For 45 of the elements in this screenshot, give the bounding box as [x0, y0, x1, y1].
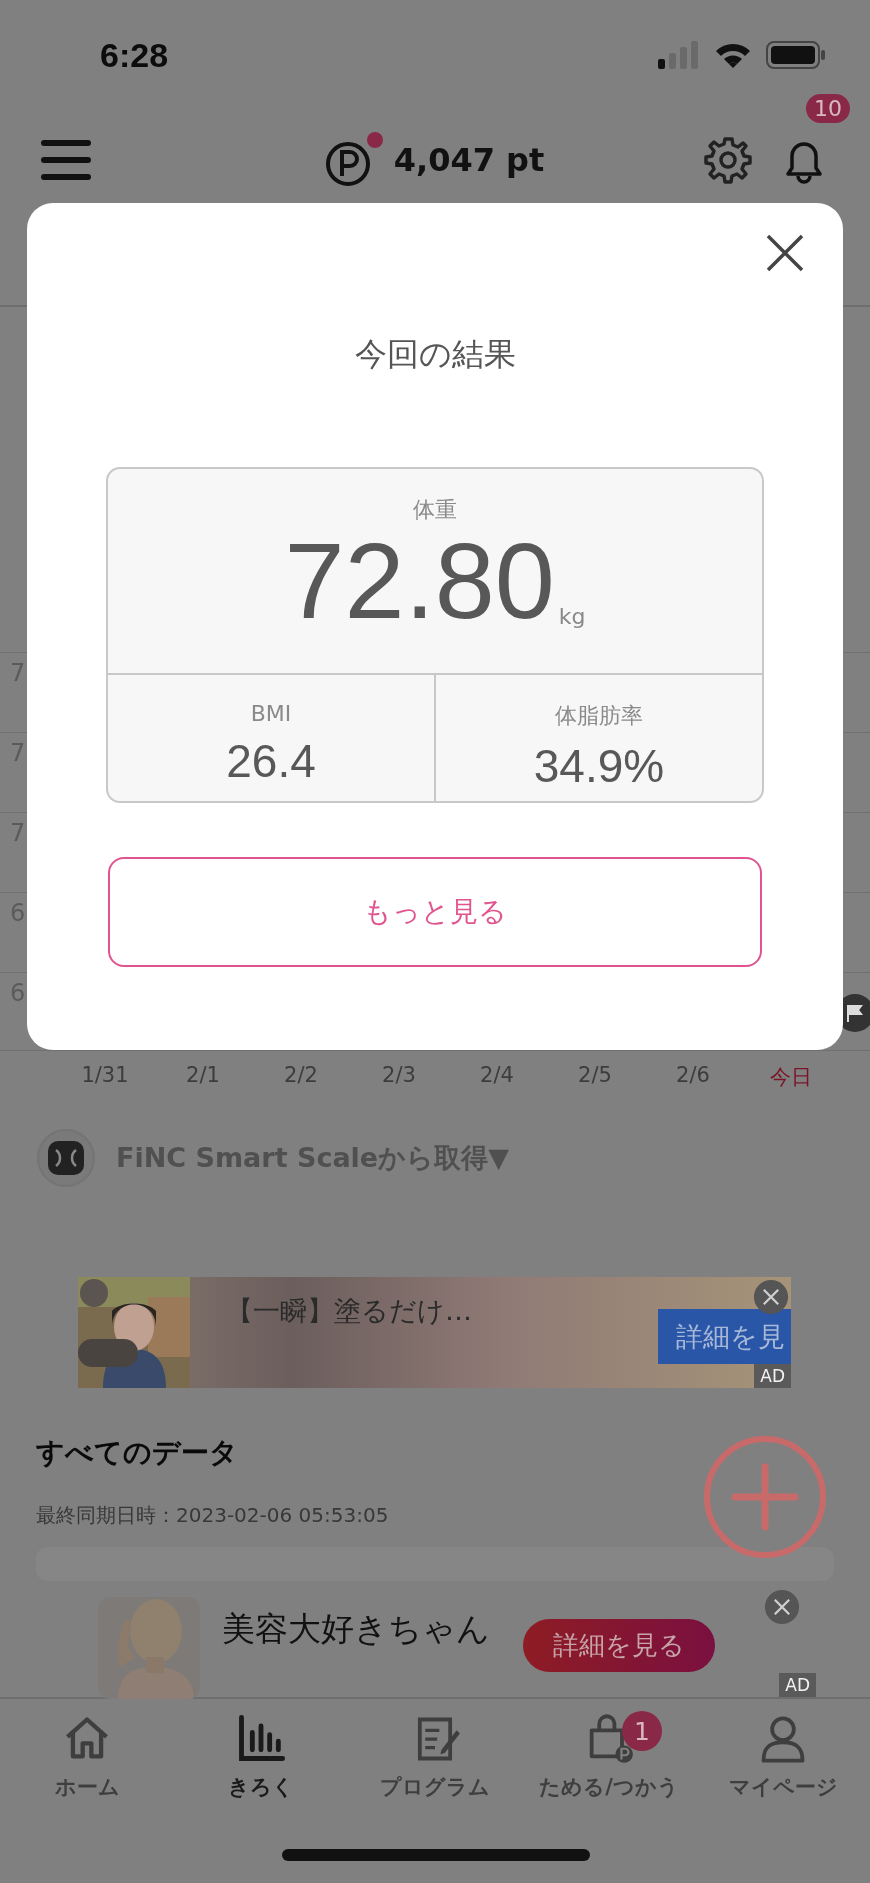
- stat-label: 体脂肪率: [555, 702, 643, 730]
- clock: 6:28: [100, 35, 169, 75]
- nav-tab[interactable]: きろく: [174, 1713, 348, 1801]
- menu-icon[interactable]: [40, 138, 92, 182]
- see-more-button[interactable]: もっと見る: [108, 857, 762, 967]
- nav-tab[interactable]: マイページ: [696, 1713, 870, 1801]
- close-icon[interactable]: [765, 233, 805, 273]
- wifi-icon: [714, 41, 752, 69]
- section-title: すべてのデータ: [36, 1435, 239, 1471]
- weight-value: 72.80: [284, 527, 555, 635]
- signal-icon: [658, 41, 700, 69]
- date-label: 今日: [769, 1064, 813, 1091]
- details-button[interactable]: 詳細を見: [658, 1309, 791, 1364]
- nav-tab[interactable]: ためる/つかう 1: [522, 1713, 696, 1801]
- stat-label: BMI: [250, 701, 292, 726]
- scale-icon: [36, 1128, 96, 1188]
- close-icon[interactable]: [764, 1589, 800, 1625]
- nav-tab[interactable]: ホーム: [0, 1713, 174, 1801]
- date-label: 2/3: [381, 1063, 417, 1089]
- date-label: 2/6: [675, 1063, 711, 1089]
- ad-banner[interactable]: 【一瞬】塗るだけ… 詳細を見 AD: [78, 1277, 791, 1388]
- ad-label: AD: [754, 1364, 791, 1388]
- settings-icon[interactable]: [704, 136, 752, 184]
- nav-badge: 1: [622, 1711, 662, 1751]
- details-button[interactable]: 詳細を見る: [523, 1619, 715, 1672]
- nav-tab[interactable]: プログラム: [348, 1713, 522, 1801]
- date-label: 2/4: [479, 1063, 515, 1089]
- points-balance[interactable]: 4,047 pt: [393, 141, 545, 179]
- unit-label: kg: [558, 604, 586, 629]
- notification-badge: 10: [806, 94, 850, 123]
- ad-title: 【一瞬】塗るだけ…: [226, 1294, 472, 1328]
- ad-banner[interactable]: 美容大好きちゃん 詳細を見る AD: [0, 1585, 870, 1699]
- battery-icon: [766, 41, 826, 69]
- ad-title: 美容大好きちゃん: [222, 1608, 490, 1650]
- dialog-title: 今回の結果: [354, 334, 516, 375]
- close-icon[interactable]: [753, 1279, 789, 1315]
- stat-label: 体重: [413, 496, 457, 524]
- last-sync-time: 最終同期日時：2023-02-06 05:53:05: [36, 1502, 390, 1529]
- date-label: 2/5: [577, 1063, 613, 1089]
- ad-label: AD: [779, 1673, 816, 1697]
- stat-value: 26.4: [226, 734, 316, 788]
- date-label: 1/31: [80, 1063, 130, 1089]
- stat-value: 34.9%: [533, 739, 665, 793]
- date-label: 2/1: [185, 1063, 221, 1089]
- date-label: 2/2: [283, 1063, 319, 1089]
